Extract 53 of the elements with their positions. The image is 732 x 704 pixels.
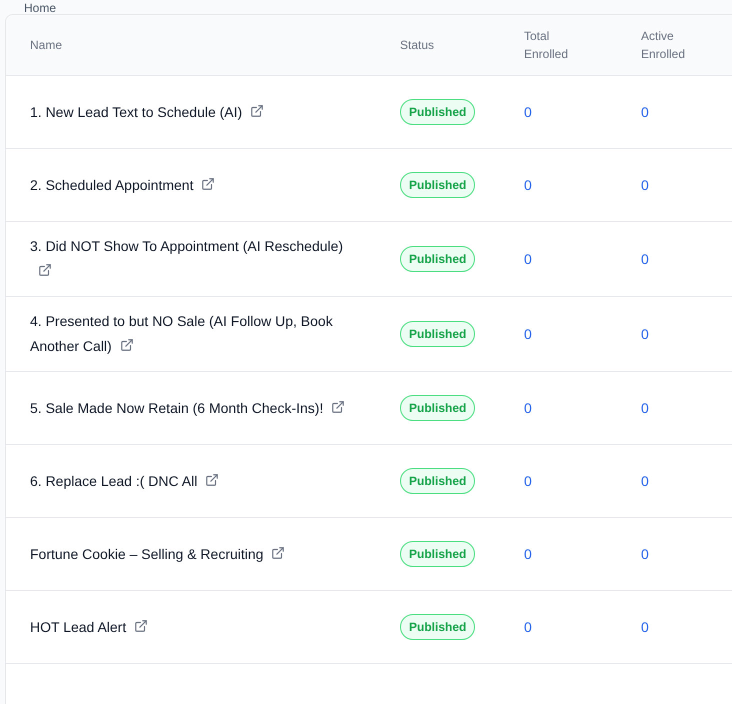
workflow-name[interactable]: 1. New Lead Text to Schedule (AI) [30, 100, 362, 124]
column-header: Total Enrolled [524, 28, 570, 63]
total-enrolled-count[interactable]: 0 [524, 324, 532, 344]
workflow-name[interactable]: 5. Sale Made Now Retain (6 Month Check-Ins)! [30, 396, 362, 420]
external-link-icon[interactable] [134, 618, 148, 632]
table-row[interactable]: 2. Scheduled Appointment Published 0 0 [6, 149, 732, 222]
column-header: Status [400, 37, 436, 54]
external-link-icon[interactable] [250, 104, 264, 118]
active-enrolled-count[interactable]: 0 [641, 398, 649, 418]
total-enrolled-count[interactable]: 0 [524, 102, 532, 122]
workflow-name[interactable]: Fortune Cookie – Selling & Recruiting [30, 542, 362, 566]
total-enrolled-count[interactable]: 0 [524, 174, 532, 196]
table-row[interactable]: HOT Lead Alert Published 0 0 [6, 591, 732, 664]
table-row[interactable]: 1. New Lead Text to Schedule (AI) Published 0 0 [6, 76, 732, 149]
active-enrolled-count[interactable]: 0 [641, 174, 649, 196]
external-link-icon[interactable] [205, 472, 220, 486]
status-badge: Published [400, 395, 476, 421]
active-enrolled-count[interactable]: 0 [641, 616, 649, 638]
workflow-name[interactable]: 3. Did NOT Show To Appointment (AI Reschedule) [30, 234, 362, 284]
total-enrolled-count[interactable]: 0 [524, 470, 532, 492]
status-badge: Published [400, 172, 476, 198]
table-row[interactable]: 6. Replace Lead :( DNC All Published 0 0 [6, 445, 732, 518]
total-enrolled-count[interactable]: 0 [524, 248, 532, 270]
external-link-icon[interactable] [120, 338, 134, 352]
column-header: Name [30, 37, 64, 54]
table-row[interactable]: 5. Sale Made Now Retain (6 Month Check-Ins)! Published 0 0 [6, 372, 732, 445]
table-row[interactable]: 4. Presented to but NO Sale (AI Follow Up, Book Another Call) Published 0 0 [6, 297, 732, 372]
status-badge: Published [400, 614, 476, 640]
total-enrolled-count[interactable]: 0 [524, 544, 532, 564]
active-enrolled-count[interactable]: 0 [641, 470, 649, 492]
status-badge: Published [400, 541, 476, 567]
status-badge: Published [400, 99, 476, 125]
active-enrolled-count[interactable]: 0 [641, 102, 649, 122]
table-row[interactable]: 3. Did NOT Show To Appointment (AI Reschedule) Published 0 0 [6, 222, 732, 297]
workflow-name[interactable]: 4. Presented to but NO Sale (AI Follow Up, Book Another Call) [30, 309, 362, 359]
active-enrolled-count[interactable]: 0 [641, 324, 649, 344]
workflow-name[interactable]: HOT Lead Alert [30, 614, 362, 640]
status-badge: Published [400, 246, 476, 272]
active-enrolled-count[interactable]: 0 [641, 544, 649, 564]
total-enrolled-count[interactable]: 0 [524, 616, 532, 638]
column-header: Active Enrolled [641, 28, 686, 63]
external-link-icon[interactable] [38, 263, 52, 277]
breadcrumb[interactable]: Home [24, 2, 56, 14]
table-row[interactable]: Fortune Cookie – Selling & Recruiting Published 0 0 [6, 518, 732, 591]
external-link-icon[interactable] [271, 546, 286, 560]
external-link-icon[interactable] [201, 176, 216, 190]
workflow-name[interactable]: 6. Replace Lead :( DNC All [30, 468, 362, 494]
external-link-icon[interactable] [331, 400, 346, 414]
status-badge: Published [400, 468, 476, 494]
status-badge: Published [400, 321, 476, 347]
active-enrolled-count[interactable]: 0 [641, 248, 649, 270]
total-enrolled-count[interactable]: 0 [524, 398, 532, 418]
workflow-name[interactable]: 2. Scheduled Appointment [30, 172, 362, 198]
